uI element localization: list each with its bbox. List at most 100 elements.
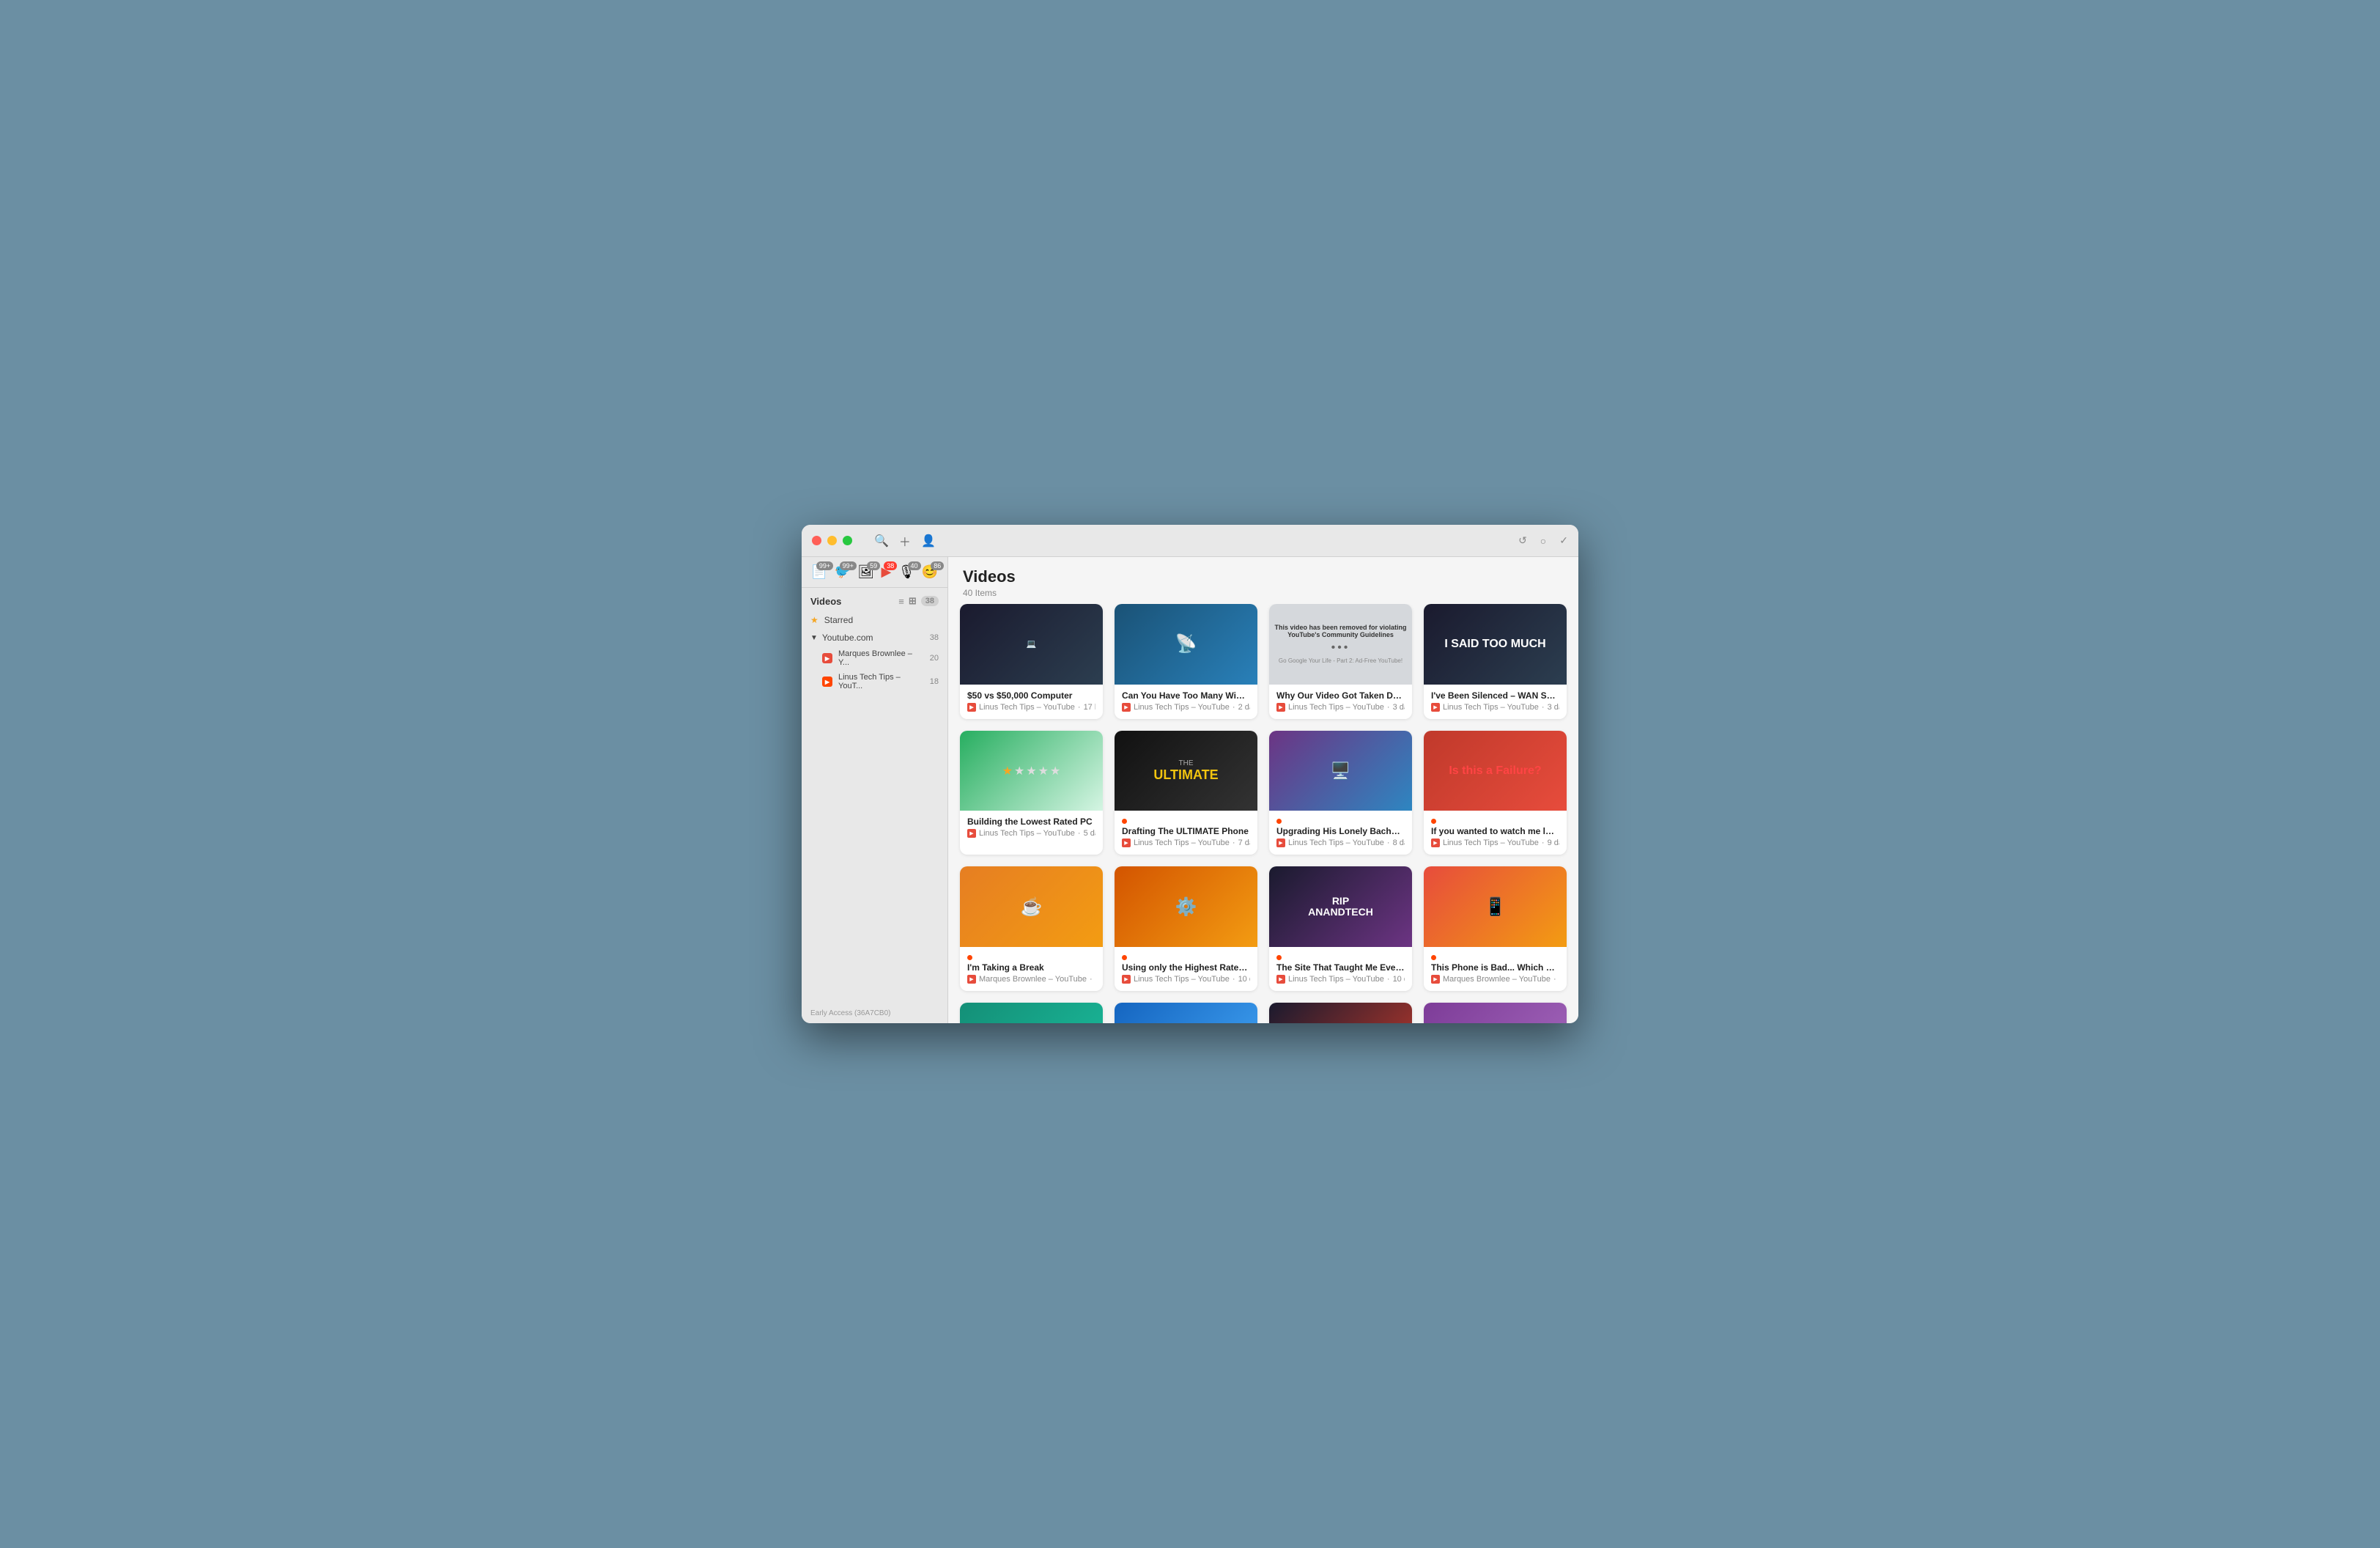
- video-title-10: Using only the Highest Rated parts to bu…: [1122, 962, 1250, 973]
- sidebar-group-youtube[interactable]: ▼ Youtube.com 38: [802, 629, 947, 646]
- sort-controls: ≡ ⊞ 38: [898, 595, 939, 607]
- video-meta-5: ▶ Linus Tech Tips – YouTube · 5 days: [967, 829, 1095, 838]
- video-title-8: If you wanted to watch me lose money...: [1431, 826, 1559, 836]
- mkbhd-badge: 20: [930, 654, 939, 663]
- main-content: Videos 40 Items 💻 $50 vs $50,000 Compute…: [948, 557, 1578, 1023]
- video-card-15[interactable]: SCRAPYARD WARSPT4 FINALE Scrapyard Wars …: [1269, 1003, 1412, 1023]
- removed-footer: Go Google Your Life - Part 2: Ad-Free Yo…: [1279, 657, 1402, 664]
- ultimate-sub: THE: [1179, 759, 1194, 767]
- sidebar-badge-twitter[interactable]: 🐦 99+: [834, 564, 850, 580]
- channel-icon-6: ▶: [1122, 838, 1131, 847]
- video-age-6: 7 days: [1238, 838, 1250, 847]
- sidebar-item-starred[interactable]: ★ Starred: [802, 611, 947, 629]
- ltt-label: Linus Tech Tips – YouT...: [838, 673, 924, 690]
- video-card-11[interactable]: RIPANANDTECH The Site That Taught Me Eve…: [1269, 866, 1412, 991]
- footer-text: Early Access (36A7CB0): [810, 1009, 891, 1017]
- video-card-6[interactable]: THE ULTIMATE Drafting The ULTIMATE Phone…: [1115, 731, 1257, 855]
- sort-grid-icon[interactable]: ⊞: [909, 595, 917, 607]
- video-grid-container[interactable]: 💻 $50 vs $50,000 Computer ▶ Linus Tech T…: [948, 604, 1578, 1023]
- mkbhd-label: Marques Brownlee – Y...: [838, 649, 924, 667]
- account-icon[interactable]: 👤: [921, 534, 936, 548]
- video-age-10: 10 days: [1238, 975, 1250, 984]
- channel-icon-7: ▶: [1276, 838, 1285, 847]
- live-dot-11: [1276, 955, 1282, 960]
- refresh-icon[interactable]: ↺: [1518, 534, 1527, 547]
- video-info-6: Drafting The ULTIMATE Phone ▶ Linus Tech…: [1115, 811, 1257, 855]
- sidebar-badge-podcasts[interactable]: 🎙 40: [898, 564, 915, 580]
- channel-icon-8: ▶: [1431, 838, 1440, 847]
- video-meta-10: ▶ Linus Tech Tips – YouTube · 10 days: [1122, 975, 1250, 984]
- sidebar-section-count: 38: [921, 596, 939, 606]
- sidebar-section-label: Videos: [810, 596, 841, 607]
- add-icon[interactable]: ＋: [899, 532, 911, 550]
- ltt-badge: 18: [930, 677, 939, 686]
- sidebar-badge-articles[interactable]: 📄 99+: [811, 564, 827, 580]
- video-card-12[interactable]: 📱 This Phone is Bad... Which Makes it Be…: [1424, 866, 1567, 991]
- mkbhd-channel-icon: ▶: [822, 653, 832, 663]
- video-card-5[interactable]: ★ ★ ★ ★ ★ Building the Lowest Rated PC: [960, 731, 1103, 855]
- live-dot-12: [1431, 955, 1436, 960]
- video-card-2[interactable]: 📡 Can You Have Too Many WiFi Routers? ▶ …: [1115, 604, 1257, 719]
- traffic-lights: [812, 536, 852, 545]
- circle-icon[interactable]: ○: [1540, 535, 1546, 547]
- toolbar: 🔍 ＋ 👤: [874, 532, 936, 550]
- video-age-2: 2 days: [1238, 703, 1250, 712]
- sidebar-badge-videos[interactable]: ▶ 38: [881, 564, 891, 580]
- video-info-9: I'm Taking a Break ▶ Marques Brownlee – …: [960, 947, 1103, 991]
- close-button[interactable]: [812, 536, 821, 545]
- video-card-1[interactable]: 💻 $50 vs $50,000 Computer ▶ Linus Tech T…: [960, 604, 1103, 719]
- video-card-7[interactable]: 🖥️ Upgrading His Lonely Bachelor Pad – A…: [1269, 731, 1412, 855]
- video-card-16[interactable]: $500 $500 Budget Challenge ▶ Marques Bro…: [1424, 1003, 1567, 1023]
- sidebar-footer: Early Access (36A7CB0): [802, 1003, 947, 1023]
- video-info-12: This Phone is Bad... Which Makes it Bett…: [1424, 947, 1567, 991]
- twitter-badge: 99+: [840, 561, 857, 570]
- said-too-much-overlay: I SAID TOO MUCH: [1444, 638, 1545, 651]
- video-title-7: Upgrading His Lonely Bachelor Pad – AMD: [1276, 826, 1405, 836]
- video-card-3[interactable]: This video has been removed for violatin…: [1269, 604, 1412, 719]
- channel-icon-10: ▶: [1122, 975, 1131, 984]
- video-meta-12-dot: [1431, 955, 1559, 960]
- video-age-3: 3 days: [1393, 703, 1405, 712]
- video-info-5: Building the Lowest Rated PC ▶ Linus Tec…: [960, 811, 1103, 845]
- video-info-7: Upgrading His Lonely Bachelor Pad – AMD …: [1269, 811, 1412, 855]
- minimize-button[interactable]: [827, 536, 837, 545]
- search-icon[interactable]: 🔍: [874, 534, 889, 548]
- channel-icon-4: ▶: [1431, 703, 1440, 712]
- channel-name-1: Linus Tech Tips – YouTube: [979, 703, 1075, 712]
- chevron-down-icon: ▼: [810, 634, 818, 642]
- sidebar-item-mkbhd[interactable]: ▶ Marques Brownlee – Y... 20: [802, 646, 947, 670]
- removed-notice: This video has been removed for violatin…: [1274, 624, 1408, 638]
- video-meta-8-dot: [1431, 819, 1559, 824]
- channel-name-10: Linus Tech Tips – YouTube: [1134, 975, 1230, 984]
- video-info-8: If you wanted to watch me lose money... …: [1424, 811, 1567, 855]
- video-card-13[interactable]: Hospital Server Room. Hospital Server Ro…: [960, 1003, 1103, 1023]
- video-card-4[interactable]: I SAID TOO MUCH I've Been Silenced – WAN…: [1424, 604, 1567, 719]
- video-meta-6: ▶ Linus Tech Tips – YouTube · 7 days: [1122, 838, 1250, 847]
- channel-icon-9: ▶: [967, 975, 976, 984]
- video-card-8[interactable]: Is this a Failure? If you wanted to watc…: [1424, 731, 1567, 855]
- app-body: 📄 99+ 🐦 99+ 🖼 59: [802, 557, 1578, 1023]
- sidebar-item-ltt[interactable]: ▶ Linus Tech Tips – YouT... 18: [802, 670, 947, 693]
- video-info-3: Why Our Video Got Taken Down ▶ Linus Tec…: [1269, 685, 1412, 719]
- video-card-10[interactable]: ⚙️ Using only the Highest Rated parts to…: [1115, 866, 1257, 991]
- check-icon[interactable]: ✓: [1559, 534, 1568, 547]
- video-meta-7-dot: [1276, 819, 1405, 824]
- channel-name-11: Linus Tech Tips – YouTube: [1288, 975, 1384, 984]
- video-meta-9-dot: [967, 955, 1095, 960]
- sidebar-badge-images[interactable]: 🖼 59: [857, 564, 874, 580]
- sidebar-badge-social[interactable]: 😊 86: [922, 564, 938, 580]
- sort-list-icon[interactable]: ≡: [898, 596, 904, 607]
- video-meta-1: ▶ Linus Tech Tips – YouTube · 17 hours: [967, 703, 1095, 712]
- channel-icon-5: ▶: [967, 829, 976, 838]
- video-meta-9: ▶ Marques Brownlee – YouTube · 10 days: [967, 975, 1095, 984]
- video-card-14[interactable]: SnapdragonX Elite Snapdragon X Elite Rev…: [1115, 1003, 1257, 1023]
- articles-badge: 99+: [816, 561, 833, 570]
- video-card-9[interactable]: ☕ I'm Taking a Break ▶ Marques Brownlee …: [960, 866, 1103, 991]
- maximize-button[interactable]: [843, 536, 852, 545]
- video-title-5: Building the Lowest Rated PC: [967, 817, 1095, 827]
- video-title-11: The Site That Taught Me Everything Is De…: [1276, 962, 1405, 973]
- starred-label: Starred: [824, 615, 853, 625]
- video-info-2: Can You Have Too Many WiFi Routers? ▶ Li…: [1115, 685, 1257, 719]
- videos-badge: 38: [884, 561, 897, 570]
- video-age-11: 10 days: [1393, 975, 1405, 984]
